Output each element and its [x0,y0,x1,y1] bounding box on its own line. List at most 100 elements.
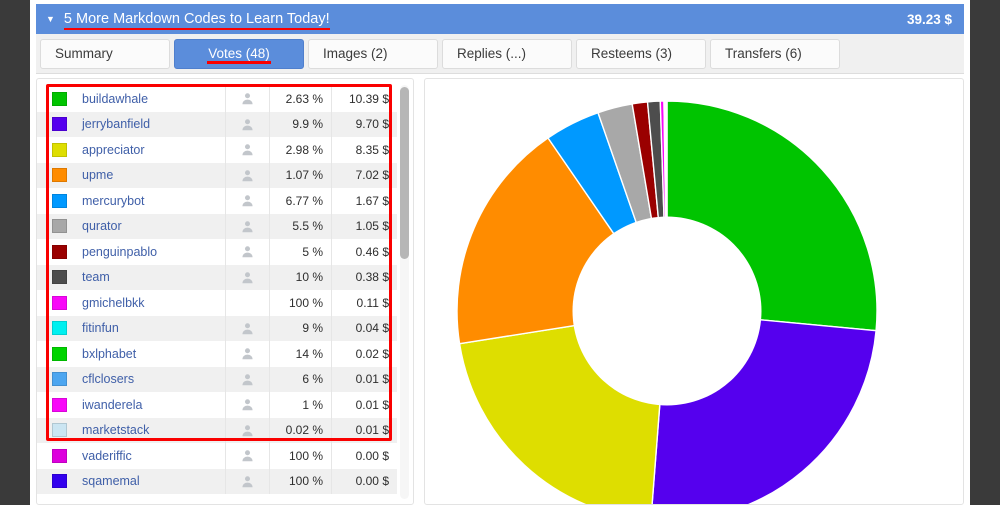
post-title[interactable]: 5 More Markdown Codes to Learn Today! [63,11,330,30]
person-icon[interactable] [241,322,254,335]
person-icon-cell [225,468,269,494]
voter-name-link[interactable]: sqamemal [81,474,225,488]
color-swatch [51,244,67,259]
color-swatch-cell [37,448,81,463]
table-row[interactable]: cflclosers 6 % 0.01 $ [37,366,397,392]
color-swatch [51,397,67,412]
person-icon[interactable] [241,398,254,411]
table-row[interactable]: team 10 % 0.38 $ [37,264,397,290]
tab-label: Summary [55,46,113,61]
voter-name-link[interactable]: cflclosers [81,372,225,386]
vote-weight-percent: 1 % [269,392,331,418]
voter-name-link[interactable]: vaderiffic [81,449,225,463]
vote-weight-percent: 9 % [269,315,331,341]
person-icon[interactable] [241,169,254,182]
color-swatch-cell [37,295,81,310]
color-swatch-cell [37,321,81,336]
voter-name-link[interactable]: qurator [81,219,225,233]
person-icon[interactable] [241,424,254,437]
table-row[interactable]: buildawhale 2.63 % 10.39 $ [37,86,397,112]
table-row[interactable]: fitinfun 9 % 0.04 $ [37,315,397,341]
vote-value-amount: 0.02 $ [331,341,397,367]
vote-weight-percent: 6.77 % [269,188,331,214]
person-icon[interactable] [241,373,254,386]
tab-replies[interactable]: Replies (...) [442,38,572,69]
voter-name-link[interactable]: appreciator [81,143,225,157]
color-swatch-cell [37,397,81,412]
vote-value-amount: 0.00 $ [331,443,397,469]
person-icon[interactable] [241,92,254,105]
person-icon-cell [225,392,269,418]
person-icon-cell [225,188,269,214]
vote-weight-percent: 5 % [269,239,331,265]
person-icon[interactable] [241,143,254,156]
voter-name-link[interactable]: upme [81,168,225,182]
color-swatch-cell [37,244,81,259]
voter-name-link[interactable]: iwanderela [81,398,225,412]
vote-value-amount: 0.00 $ [331,468,397,494]
votes-list-scroll-thumb[interactable] [400,87,409,259]
person-icon-cell [225,290,269,316]
post-header-bar[interactable]: ▼ 5 More Markdown Codes to Learn Today! … [36,4,964,34]
color-swatch-cell [37,346,81,361]
voter-name-link[interactable]: penguinpablo [81,245,225,259]
voter-name-link[interactable]: bxlphabet [81,347,225,361]
person-icon-cell [225,137,269,163]
table-row[interactable]: sqamemal 100 % 0.00 $ [37,468,397,494]
vote-weight-percent: 1.07 % [269,162,331,188]
color-swatch-cell [37,193,81,208]
tab-resteems-3[interactable]: Resteems (3) [576,38,706,69]
voter-name-link[interactable]: fitinfun [81,321,225,335]
vote-value-amount: 9.70 $ [331,111,397,137]
color-swatch-cell [37,91,81,106]
voter-name-link[interactable]: gmichelbkk [81,296,225,310]
vote-value-amount: 0.11 $ [331,290,397,316]
vote-value-amount: 10.39 $ [331,86,397,112]
person-icon-cell [225,315,269,341]
voter-name-link[interactable]: team [81,270,225,284]
votes-list: buildawhale 2.63 % 10.39 $ jerrybanfield 9.9… [37,86,397,494]
voter-name-link[interactable]: mercurybot [81,194,225,208]
tab-transfers-6[interactable]: Transfers (6) [710,38,840,69]
person-icon[interactable] [241,220,254,233]
person-icon-cell [225,86,269,112]
table-row[interactable]: jerrybanfield 9.9 % 9.70 $ [37,111,397,137]
tab-summary[interactable]: Summary [40,38,170,69]
vote-weight-percent: 2.98 % [269,137,331,163]
chevron-down-icon[interactable]: ▼ [46,15,55,24]
post-title-red-underline [63,27,330,30]
voter-name-link[interactable]: marketstack [81,423,225,437]
voter-name-link[interactable]: jerrybanfield [81,117,225,131]
table-row[interactable]: bxlphabet 14 % 0.02 $ [37,341,397,367]
person-icon[interactable] [241,245,254,258]
vote-weight-percent: 100 % [269,290,331,316]
person-icon[interactable] [241,194,254,207]
table-row[interactable]: mercurybot 6.77 % 1.67 $ [37,188,397,214]
screenshot-root: ▼ 5 More Markdown Codes to Learn Today! … [0,0,1000,505]
person-icon-cell [225,162,269,188]
table-row[interactable]: marketstack 0.02 % 0.01 $ [37,417,397,443]
color-swatch-cell [37,474,81,489]
person-icon[interactable] [241,271,254,284]
table-row[interactable]: vaderiffic 100 % 0.00 $ [37,443,397,469]
table-row[interactable]: qurator 5.5 % 1.05 $ [37,213,397,239]
person-icon[interactable] [241,449,254,462]
voter-name-link[interactable]: buildawhale [81,92,225,106]
person-icon[interactable] [241,347,254,360]
person-icon[interactable] [241,475,254,488]
vote-value-amount: 1.05 $ [331,213,397,239]
table-row[interactable]: gmichelbkk 100 % 0.11 $ [37,290,397,316]
color-swatch [51,168,67,183]
vote-value-amount: 0.38 $ [331,264,397,290]
table-row[interactable]: penguinpablo 5 % 0.46 $ [37,239,397,265]
person-icon[interactable] [241,118,254,131]
table-row[interactable]: upme 1.07 % 7.02 $ [37,162,397,188]
tab-images-2[interactable]: Images (2) [308,38,438,69]
color-swatch [51,474,67,489]
tab-votes-48[interactable]: Votes (48) [174,38,304,69]
table-row[interactable]: appreciator 2.98 % 8.35 $ [37,137,397,163]
votes-list-scrollbar[interactable] [400,85,409,499]
table-row[interactable]: iwanderela 1 % 0.01 $ [37,392,397,418]
color-swatch [51,219,67,234]
color-swatch-cell [37,117,81,132]
